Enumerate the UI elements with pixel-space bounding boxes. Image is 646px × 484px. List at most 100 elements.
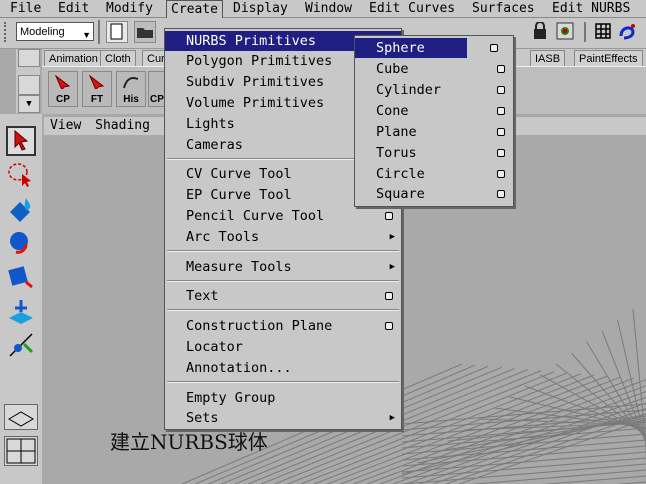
menu-item-pencil-curve-tool[interactable]: Pencil Curve Tool xyxy=(165,206,401,226)
open-folder-icon[interactable] xyxy=(134,21,156,43)
scale-tool-icon[interactable] xyxy=(6,296,36,326)
menu-item-construction-plane[interactable]: Construction Plane xyxy=(165,316,401,336)
menu-item-label: Square xyxy=(376,186,425,202)
menu-item-label: Text xyxy=(186,288,219,304)
shelf-button-label: FT xyxy=(90,94,104,105)
viewport-menu-view[interactable]: View xyxy=(50,118,81,133)
shelf-button-cp[interactable]: CP xyxy=(48,71,78,107)
shelf-button-ft[interactable]: FT xyxy=(82,71,112,107)
menu-item-label: Circle xyxy=(376,166,425,182)
submenu-arrow-icon: ▶ xyxy=(389,232,395,242)
submenu-item-cylinder[interactable]: Cylinder xyxy=(355,80,513,100)
menu-item-empty-group[interactable]: Empty Group xyxy=(165,388,401,408)
option-box-icon[interactable] xyxy=(497,128,505,136)
option-box-icon[interactable] xyxy=(385,322,393,330)
option-box-icon[interactable] xyxy=(497,170,505,178)
shelf-button-label: CP xyxy=(150,94,164,105)
shelf-button-label: His xyxy=(123,94,139,105)
menu-bar: File Edit Modify Create Display Window E… xyxy=(0,0,646,18)
single-view-layout-icon[interactable] xyxy=(4,404,38,430)
menu-item-label: Measure Tools xyxy=(186,259,292,275)
menu-item-label: Lights xyxy=(186,116,235,132)
submenu-item-cube[interactable]: Cube xyxy=(355,59,513,79)
option-box-icon[interactable] xyxy=(497,107,505,115)
menu-item-label: Volume Primitives xyxy=(186,95,325,111)
menu-display[interactable]: Display xyxy=(229,0,292,17)
menu-modify[interactable]: Modify xyxy=(102,0,157,17)
four-view-layout-icon[interactable] xyxy=(4,436,38,466)
submenu-arrow-icon: ▶ xyxy=(389,262,395,272)
menu-item-label: Cameras xyxy=(186,137,243,153)
caption-text: 建立NURBS球体 xyxy=(110,430,268,454)
option-box-icon[interactable] xyxy=(497,86,505,94)
shelf-side-controls: ▼ xyxy=(16,49,40,113)
menu-item-label: Cone xyxy=(376,103,409,119)
option-box-icon[interactable] xyxy=(490,44,498,52)
option-box-icon[interactable] xyxy=(385,292,393,300)
option-box-icon[interactable] xyxy=(497,149,505,157)
option-box-icon[interactable] xyxy=(385,212,393,220)
menu-item-label: Polygon Primitives xyxy=(186,53,333,69)
menu-create[interactable]: Create xyxy=(166,0,223,18)
tool-box xyxy=(0,114,43,484)
menu-item-label: Subdiv Primitives xyxy=(186,74,325,90)
mode-select[interactable]: Modeling ▼ xyxy=(16,22,94,41)
shelf-tabs-button[interactable] xyxy=(18,49,40,67)
menu-edit[interactable]: Edit xyxy=(54,0,93,17)
menu-item-annotation[interactable]: Annotation... xyxy=(165,358,401,378)
menu-window[interactable]: Window xyxy=(301,0,356,17)
submenu-item-cone[interactable]: Cone xyxy=(355,101,513,121)
menu-edit-nurbs[interactable]: Edit NURBS xyxy=(548,0,634,17)
curve-icon xyxy=(123,77,139,89)
shelf-button-label: CP xyxy=(56,94,70,105)
menu-item-label: CV Curve Tool xyxy=(186,166,292,182)
toolbar-grip[interactable] xyxy=(4,22,14,42)
snap-grid-icon[interactable] xyxy=(556,22,574,40)
submenu-arrow-icon: ▶ xyxy=(389,413,395,423)
menu-item-locator[interactable]: Locator xyxy=(165,337,401,357)
toolbar-divider xyxy=(584,22,586,42)
menu-edit-curves[interactable]: Edit Curves xyxy=(365,0,459,17)
menu-item-label: Annotation... xyxy=(186,360,292,376)
menu-item-label: Sphere xyxy=(376,40,425,56)
rotate-tool-icon[interactable] xyxy=(6,262,36,292)
lasso-tool-icon[interactable] xyxy=(6,160,36,190)
submenu-item-torus[interactable]: Torus xyxy=(355,143,513,163)
render-grid-icon[interactable] xyxy=(594,22,612,40)
submenu-item-circle[interactable]: Circle xyxy=(355,164,513,184)
option-box-icon[interactable] xyxy=(497,65,505,73)
menu-item-label: Torus xyxy=(376,145,417,161)
menu-item-label: Pencil Curve Tool xyxy=(186,208,325,224)
menu-item-arc-tools[interactable]: Arc Tools ▶ xyxy=(165,227,401,247)
shelf-button-his[interactable]: His xyxy=(116,71,146,107)
toolbar-divider xyxy=(98,20,100,44)
menu-item-text[interactable]: Text xyxy=(165,286,401,306)
select-tool-icon[interactable] xyxy=(6,126,36,156)
arrow-icon xyxy=(89,75,105,89)
submenu-item-sphere[interactable]: Sphere xyxy=(355,38,467,58)
menu-item-label: NURBS Primitives xyxy=(186,33,317,49)
menu-item-label: Sets xyxy=(186,410,219,426)
shelf-menu-button[interactable] xyxy=(18,75,40,95)
menu-item-label: Cylinder xyxy=(376,82,442,98)
mode-select-value: Modeling xyxy=(20,26,65,38)
menu-item-label: Arc Tools xyxy=(186,229,260,245)
manipulator-tool-icon[interactable] xyxy=(6,330,36,360)
menu-surfaces[interactable]: Surfaces xyxy=(468,0,539,17)
menu-item-label: Locator xyxy=(186,339,243,355)
menu-separator xyxy=(167,381,399,383)
menu-item-measure-tools[interactable]: Measure Tools ▶ xyxy=(165,257,401,277)
menu-separator xyxy=(167,250,399,252)
render-curve-icon[interactable] xyxy=(618,22,636,40)
viewport-menu-shading[interactable]: Shading xyxy=(95,118,150,133)
move-tool-icon[interactable] xyxy=(6,228,36,258)
paint-tool-icon[interactable] xyxy=(6,194,36,224)
submenu-item-square[interactable]: Square xyxy=(355,184,513,204)
option-box-icon[interactable] xyxy=(497,190,505,198)
menu-item-sets[interactable]: Sets ▶ xyxy=(165,408,401,428)
menu-file[interactable]: File xyxy=(6,0,45,17)
new-scene-icon[interactable] xyxy=(106,21,128,43)
lock-icon[interactable] xyxy=(532,21,548,40)
submenu-item-plane[interactable]: Plane xyxy=(355,122,513,142)
triangle-down-icon[interactable]: ▼ xyxy=(18,95,40,113)
